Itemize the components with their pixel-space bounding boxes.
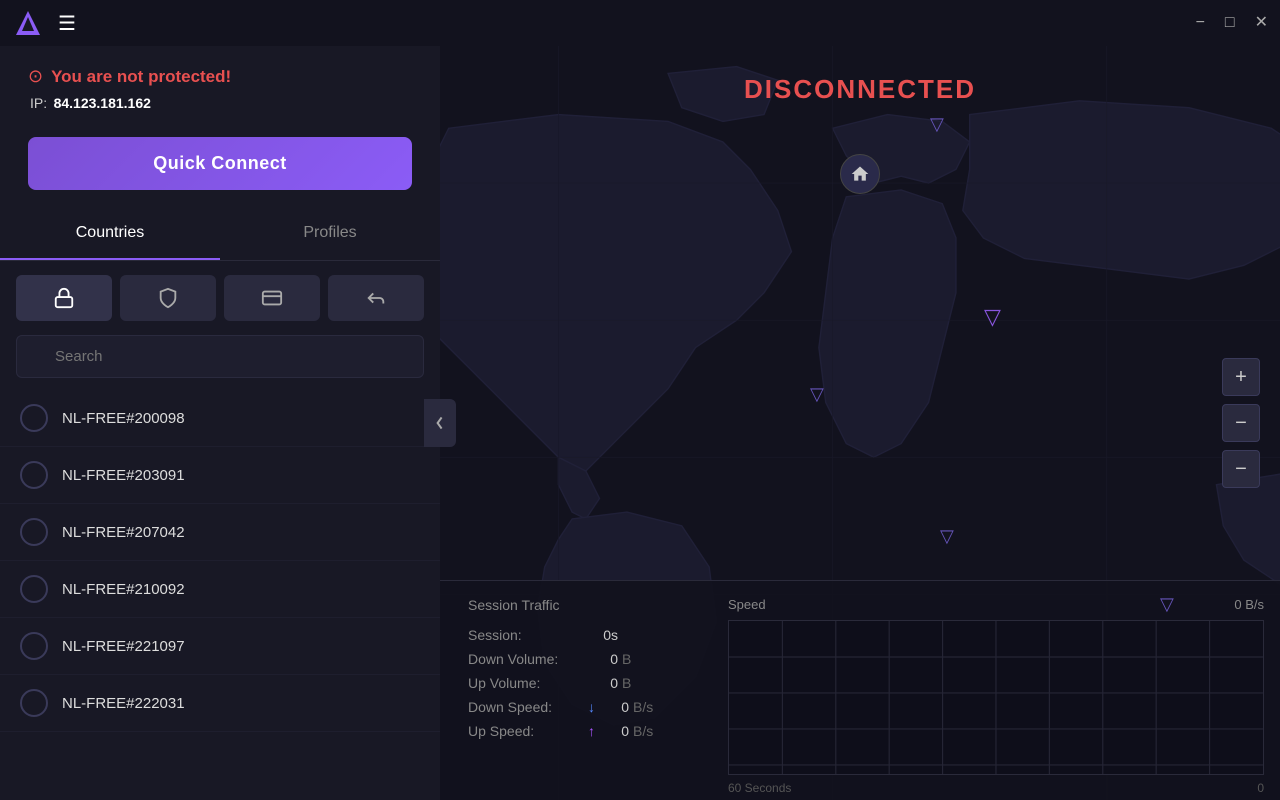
filter-area [0, 261, 440, 335]
ip-display: IP: 84.123.181.162 [28, 95, 412, 113]
session-traffic-title: Session Traffic [468, 597, 692, 613]
not-protected-banner: ⊙ You are not protected! [28, 66, 412, 87]
filter-lock-button[interactable] [16, 275, 112, 321]
warning-icon: ⊙ [28, 66, 43, 87]
filter-shield-button[interactable] [120, 275, 216, 321]
session-traffic-panel: Session Traffic Session: 0s Down Volume:… [440, 581, 720, 800]
ip-address: 84.123.181.162 [54, 95, 151, 111]
list-item[interactable]: NL-FREE#222031 [0, 675, 440, 732]
list-item[interactable]: NL-FREE#207042 [0, 504, 440, 561]
session-row: Session: 0s [468, 627, 692, 643]
titlebar: ☰ − □ ✕ [0, 0, 1280, 46]
up-speed-value: 0 [599, 723, 629, 739]
speed-graph-value: 0 B/s [1234, 597, 1264, 612]
server-status-indicator [20, 404, 48, 432]
tab-countries[interactable]: Countries [0, 208, 220, 260]
server-list: NL-FREE#200098 NL-FREE#203091 NL-FREE#20… [0, 390, 440, 800]
up-volume-unit: B [622, 675, 631, 691]
list-item[interactable]: NL-FREE#221097 [0, 618, 440, 675]
graph-end-value: 0 [1257, 781, 1264, 795]
up-volume-label: Up Volume: [468, 675, 588, 691]
server-status-indicator [20, 461, 48, 489]
search-area [0, 335, 440, 390]
not-protected-text: You are not protected! [51, 67, 231, 87]
session-label: Session: [468, 627, 588, 643]
list-item[interactable]: NL-FREE#203091 [0, 447, 440, 504]
zoom-controls: + − − [1222, 358, 1260, 488]
app-logo [12, 7, 44, 39]
hamburger-menu-icon[interactable]: ☰ [58, 11, 76, 36]
server-name: NL-FREE#203091 [62, 467, 185, 484]
down-speed-label: Down Speed: [468, 699, 588, 715]
server-status-indicator [20, 632, 48, 660]
zoom-out-button[interactable]: − [1222, 404, 1260, 442]
session-value: 0s [588, 627, 618, 643]
server-name: NL-FREE#222031 [62, 695, 185, 712]
speed-graph-header: Speed 0 B/s [728, 597, 1264, 612]
map-marker-mid: ▽ [810, 384, 824, 405]
server-name: NL-FREE#210092 [62, 581, 185, 598]
home-location-pin [840, 154, 880, 194]
filter-arrow-button[interactable] [328, 275, 424, 321]
graph-footer: 60 Seconds 0 [728, 781, 1264, 795]
up-speed-row: Up Speed: ↑ 0 B/s [468, 723, 692, 739]
server-name: NL-FREE#221097 [62, 638, 185, 655]
down-speed-value: 0 [599, 699, 629, 715]
main-layout: ⊙ You are not protected! IP: 84.123.181.… [0, 46, 1280, 800]
map-marker-bottom2: ▽ [1160, 594, 1174, 615]
down-speed-unit: B/s [633, 699, 653, 715]
tab-profiles[interactable]: Profiles [220, 208, 440, 260]
maximize-button[interactable]: □ [1225, 15, 1235, 31]
up-volume-row: Up Volume: 0 B [468, 675, 692, 691]
map-marker-center: ▽ [984, 304, 1001, 330]
up-volume-value: 0 [588, 675, 618, 691]
speed-graph-panel: Speed 0 B/s [720, 581, 1280, 800]
quick-connect-area: Quick Connect [0, 127, 440, 208]
speed-graph-area [728, 620, 1264, 775]
map-marker-top: ▽ [930, 114, 944, 135]
down-volume-label: Down Volume: [468, 651, 588, 667]
server-status-indicator [20, 518, 48, 546]
server-status-indicator [20, 689, 48, 717]
collapse-panel-button[interactable] [424, 399, 456, 447]
up-speed-label: Up Speed: [468, 723, 588, 739]
search-wrapper [16, 335, 424, 378]
down-volume-unit: B [622, 651, 631, 667]
list-item[interactable]: NL-FREE#210092 [0, 561, 440, 618]
graph-time-label: 60 Seconds [728, 781, 791, 795]
down-speed-row: Down Speed: ↓ 0 B/s [468, 699, 692, 715]
speed-graph-label: Speed [728, 597, 766, 612]
titlebar-controls: − □ ✕ [1196, 15, 1268, 31]
bottom-panel: Session Traffic Session: 0s Down Volume:… [440, 580, 1280, 800]
status-area: ⊙ You are not protected! IP: 84.123.181.… [0, 46, 440, 127]
connection-status-label: DISCONNECTED [744, 74, 976, 105]
server-name: NL-FREE#200098 [62, 410, 185, 427]
minimize-button[interactable]: − [1196, 15, 1205, 31]
server-name: NL-FREE#207042 [62, 524, 185, 541]
graph-grid-svg [729, 621, 1263, 775]
titlebar-left: ☰ [12, 7, 76, 39]
tabs-area: Countries Profiles [0, 208, 440, 261]
down-arrow-icon: ↓ [588, 699, 595, 715]
close-button[interactable]: ✕ [1255, 15, 1268, 31]
down-volume-row: Down Volume: 0 B [468, 651, 692, 667]
quick-connect-button[interactable]: Quick Connect [28, 137, 412, 190]
right-panel: DISCONNECTED [440, 46, 1280, 800]
server-status-indicator [20, 575, 48, 603]
zoom-reset-button[interactable]: − [1222, 450, 1260, 488]
down-volume-value: 0 [588, 651, 618, 667]
zoom-in-button[interactable]: + [1222, 358, 1260, 396]
filter-card-button[interactable] [224, 275, 320, 321]
map-marker-bottom: ▽ [940, 526, 954, 547]
left-panel: ⊙ You are not protected! IP: 84.123.181.… [0, 46, 440, 800]
up-arrow-icon: ↑ [588, 723, 595, 739]
up-speed-unit: B/s [633, 723, 653, 739]
ip-label: IP: [30, 95, 47, 111]
search-input[interactable] [16, 335, 424, 378]
list-item[interactable]: NL-FREE#200098 [0, 390, 440, 447]
